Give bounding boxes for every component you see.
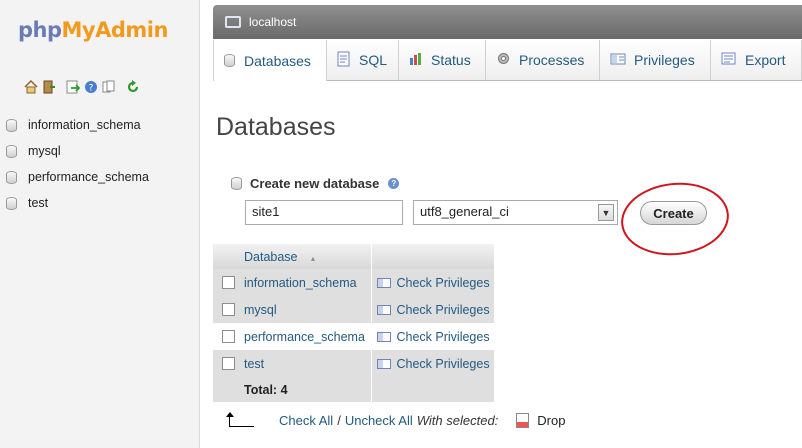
query-window-icon[interactable] [66, 80, 81, 94]
database-name-value: site1 [252, 204, 280, 219]
tab-databases[interactable]: Databases [213, 40, 327, 81]
check-privileges-link[interactable]: Check Privileges [372, 330, 495, 344]
tab-label: Export [745, 52, 786, 68]
reload-icon[interactable] [126, 80, 140, 94]
database-name-input[interactable]: site1 [245, 200, 403, 225]
drop-label: Drop [537, 412, 566, 428]
docs-icon[interactable] [102, 80, 116, 94]
annotation-circle [617, 177, 733, 261]
help-icon[interactable]: ? [388, 178, 400, 189]
database-icon [6, 196, 17, 210]
privileges-icon [376, 277, 391, 288]
table-row: information_schema Check Privileges [213, 269, 495, 296]
check-all-link[interactable]: Check All [279, 413, 333, 428]
check-privileges-link[interactable]: Check Privileges [372, 303, 495, 317]
uncheck-all-link[interactable]: Uncheck All [345, 413, 413, 428]
page-title: Databases [216, 113, 336, 141]
database-icon [6, 118, 17, 132]
column-header-database[interactable]: Database ▴ [213, 244, 372, 269]
server-breadcrumb: localhost [213, 5, 802, 39]
privileges-icon [610, 52, 626, 68]
link-separator: / [337, 412, 341, 428]
server-icon [225, 16, 241, 28]
tab-label: Databases [244, 52, 311, 69]
nav-database-name[interactable]: information_schema [28, 118, 141, 132]
database-icon [224, 54, 235, 67]
arrow-up-icon [226, 412, 255, 428]
database-icon [6, 144, 17, 158]
main-panel: localhost Databases SQL Status Processes… [213, 0, 802, 448]
bulk-actions-bar: Check All / Uncheck All With selected: D… [226, 412, 565, 428]
row-checkbox[interactable] [222, 276, 235, 289]
database-link[interactable]: information_schema [244, 276, 357, 290]
database-link[interactable]: test [244, 357, 264, 371]
nav-database-name[interactable]: performance_schema [28, 170, 149, 184]
create-database-heading: Create new database ? [231, 176, 400, 191]
tab-label: Status [431, 52, 471, 68]
database-tree: information_schema mysql performance_sch… [6, 112, 149, 216]
nav-database-name[interactable]: mysql [28, 144, 61, 158]
row-checkbox[interactable] [222, 330, 235, 343]
table-row: test Check Privileges [213, 350, 495, 377]
server-name-link[interactable]: localhost [249, 15, 296, 29]
databases-table: Database ▴ information_schema Check Priv… [213, 244, 495, 402]
home-icon[interactable] [24, 79, 38, 94]
tab-sql[interactable]: SQL [327, 40, 399, 80]
collation-select[interactable]: utf8_general_ci ▼ [413, 200, 618, 225]
tab-export[interactable]: Export [711, 40, 802, 80]
column-header-label[interactable]: Database [244, 250, 298, 264]
check-privileges-label: Check Privileges [396, 329, 490, 344]
status-icon [409, 52, 423, 69]
nav-database-name[interactable]: test [28, 196, 48, 210]
tab-privileges[interactable]: Privileges [600, 40, 711, 80]
documentation-icon[interactable]: ? [84, 80, 98, 94]
table-total-row: Total: 4 [213, 377, 495, 402]
tab-label: SQL [359, 52, 388, 68]
with-selected-label: With selected: [416, 412, 499, 428]
check-privileges-link[interactable]: Check Privileges [372, 357, 495, 371]
nav-database-item[interactable]: information_schema [6, 112, 149, 138]
tab-processes[interactable]: Processes [486, 40, 600, 80]
svg-text:?: ? [89, 84, 94, 94]
tab-label: Processes [519, 52, 585, 68]
privileges-icon [376, 358, 391, 369]
nav-database-item[interactable]: test [6, 190, 149, 216]
column-header-actions [371, 244, 495, 269]
database-link[interactable]: mysql [244, 303, 277, 317]
check-privileges-label: Check Privileges [396, 356, 490, 371]
logo-text-php: php [18, 18, 62, 42]
processes-icon [496, 51, 511, 69]
nav-icon-bar: ? [24, 79, 140, 94]
phpmyadmin-logo[interactable]: phpMyAdmin [18, 18, 168, 42]
database-add-icon [231, 177, 242, 190]
drop-icon [516, 412, 530, 428]
sql-icon [337, 51, 351, 70]
exit-icon[interactable] [42, 80, 56, 94]
tab-status[interactable]: Status [399, 40, 486, 80]
database-icon [6, 170, 17, 184]
drop-button[interactable]: Drop [516, 412, 566, 428]
check-privileges-link[interactable]: Check Privileges [372, 276, 495, 290]
table-row: mysql Check Privileges [213, 296, 495, 323]
navigation-panel: phpMyAdmin ? information_schema mysql pe… [0, 0, 200, 448]
chevron-down-icon[interactable]: ▼ [598, 204, 614, 221]
logo-text-myadmin: MyAdmin [61, 18, 169, 42]
collation-value: utf8_general_ci [420, 204, 509, 219]
check-privileges-label: Check Privileges [396, 275, 490, 290]
database-link[interactable]: performance_schema [244, 330, 365, 344]
sort-icon: ▴ [311, 253, 316, 263]
table-row: performance_schema Check Privileges [213, 323, 495, 350]
privileges-icon [376, 331, 391, 342]
tab-label: Privileges [634, 52, 695, 68]
top-tabs: Databases SQL Status Processes Privilege… [213, 40, 802, 81]
privileges-icon [376, 304, 391, 315]
nav-database-item[interactable]: performance_schema [6, 164, 149, 190]
nav-database-item[interactable]: mysql [6, 138, 149, 164]
export-icon [721, 52, 737, 69]
row-checkbox[interactable] [222, 357, 235, 370]
row-checkbox[interactable] [222, 303, 235, 316]
check-privileges-label: Check Privileges [396, 302, 490, 317]
create-database-label: Create new database [250, 176, 380, 191]
total-count: Total: 4 [244, 382, 288, 397]
